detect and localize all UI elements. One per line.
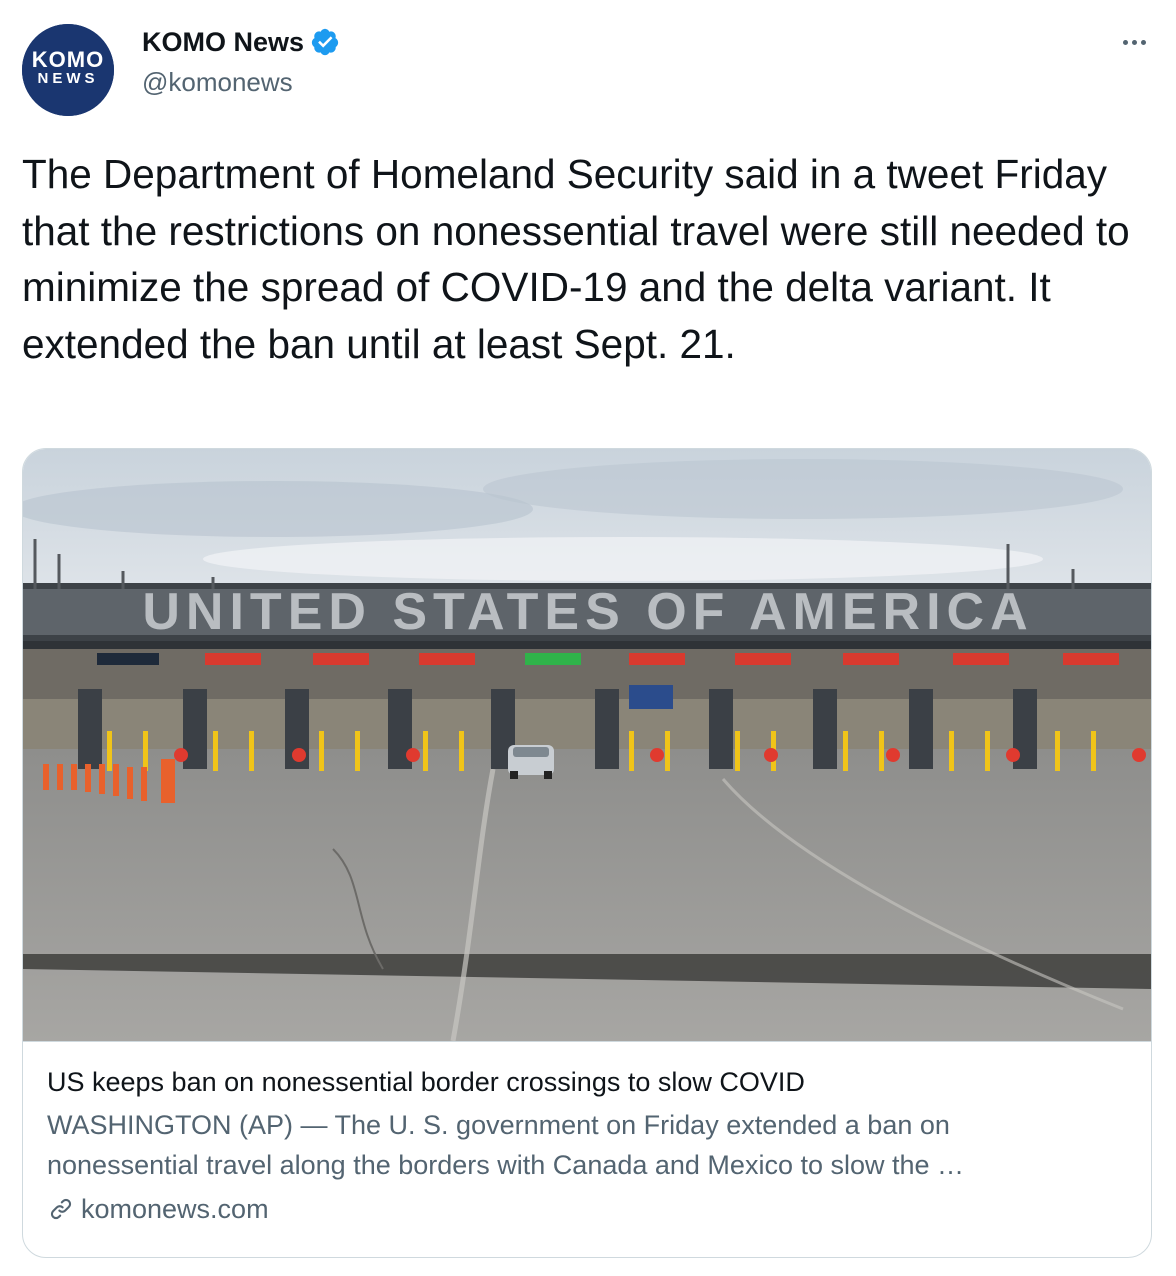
author-handle[interactable]: @komonews xyxy=(142,66,293,98)
dot xyxy=(1122,39,1128,45)
card-domain-text: komonews.com xyxy=(81,1194,269,1224)
more-options-icon[interactable] xyxy=(1114,30,1154,54)
author-name-row: KOMO News xyxy=(142,26,340,58)
card-body: US keeps ban on nonessential border cros… xyxy=(47,1063,1127,1229)
link-card[interactable]: UNITED STATES OF AMERICA US keeps ban on… xyxy=(22,448,1152,1258)
display-name[interactable]: KOMO News xyxy=(142,26,304,58)
tweet-text: The Department of Homeland Security said… xyxy=(22,151,1130,367)
sign-text: UNITED STATES OF AMERICA xyxy=(142,583,1033,641)
dot xyxy=(1131,39,1137,45)
card-title[interactable]: US keeps ban on nonessential border cros… xyxy=(47,1063,1127,1101)
komo-news-logo: KOMO NEWS xyxy=(22,24,114,116)
avatar[interactable]: KOMO NEWS xyxy=(22,24,114,116)
svg-text:KOMO: KOMO xyxy=(32,47,104,72)
card-image: UNITED STATES OF AMERICA xyxy=(23,449,1151,1042)
link-icon xyxy=(47,1195,75,1223)
verified-badge-icon xyxy=(310,27,340,57)
border-crossing-photo: UNITED STATES OF AMERICA xyxy=(23,449,1151,1041)
dot xyxy=(1140,39,1146,45)
svg-text:NEWS: NEWS xyxy=(38,70,99,87)
card-domain[interactable]: komonews.com xyxy=(47,1189,1127,1229)
card-description: WASHINGTON (AP) — The U. S. government o… xyxy=(47,1110,965,1180)
